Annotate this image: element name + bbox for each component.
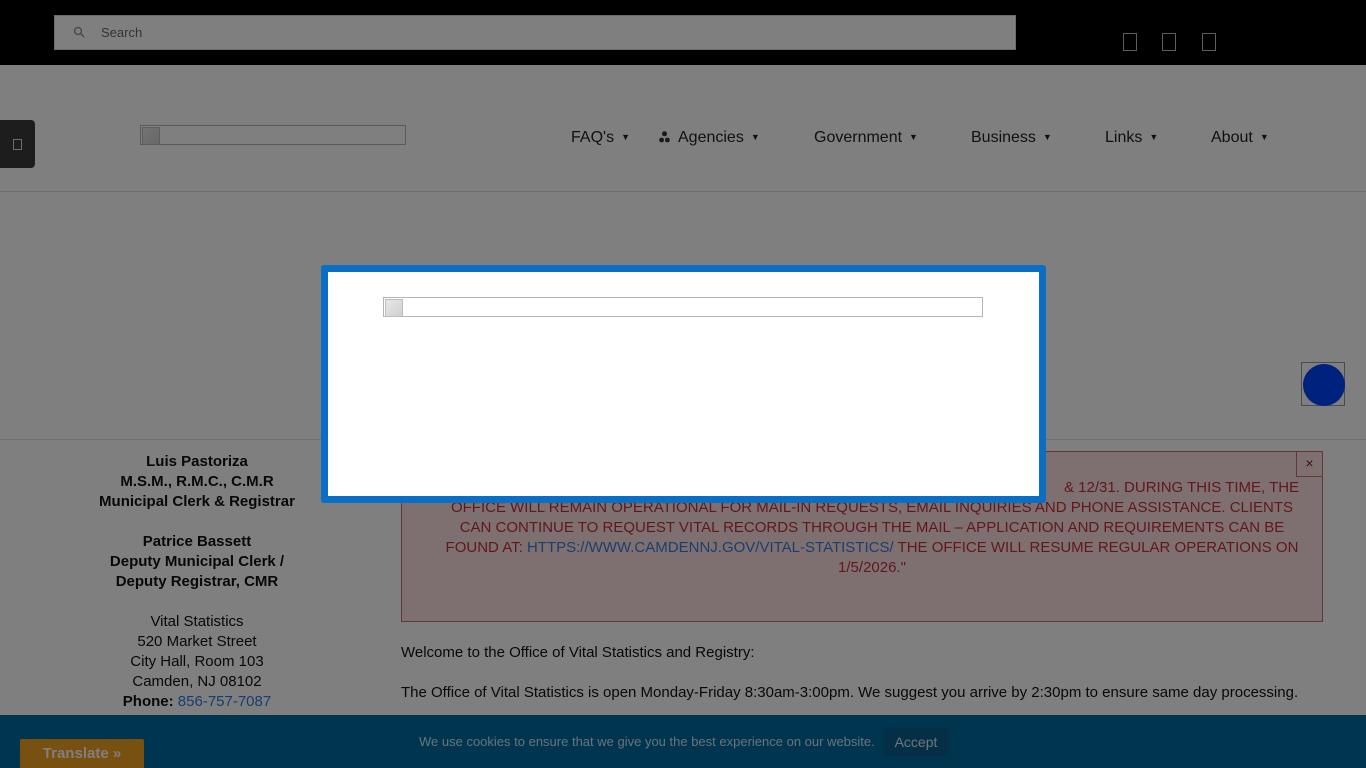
modal-image: [383, 297, 983, 317]
popup-modal: [321, 265, 1046, 503]
